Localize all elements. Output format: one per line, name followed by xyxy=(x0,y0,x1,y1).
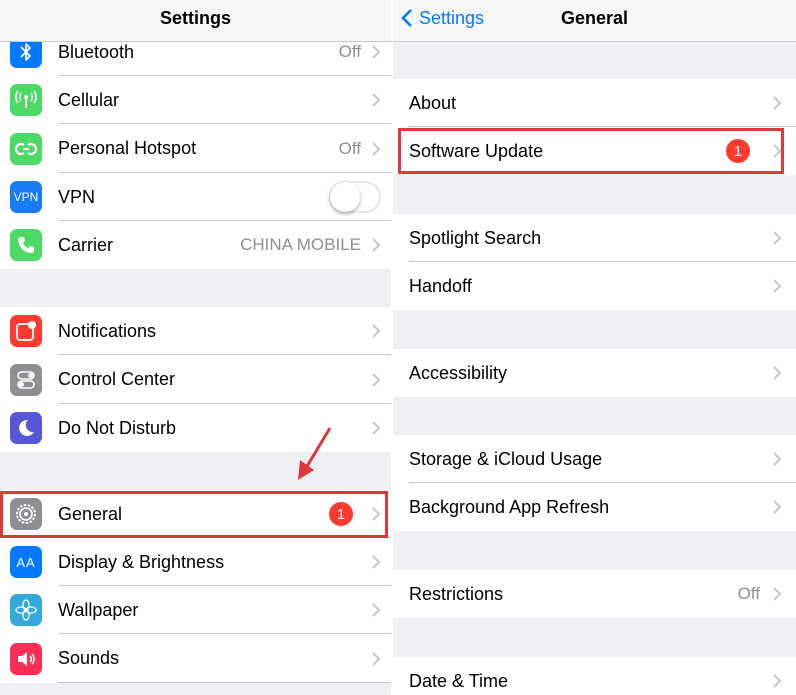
gear-icon xyxy=(10,498,42,530)
general-row-background-app-refresh[interactable]: Background App Refresh xyxy=(393,483,796,531)
chevron-right-icon xyxy=(773,96,782,110)
navigation-bar: Settings General xyxy=(393,0,796,42)
settings-row-carrier[interactable]: Carrier CHINA MOBILE xyxy=(0,221,391,269)
row-value: Off xyxy=(737,584,760,603)
row-label: Display & Brightness xyxy=(58,551,225,572)
control-center-icon xyxy=(10,363,42,396)
row-label: Notifications xyxy=(58,320,157,341)
row-label: Spotlight Search xyxy=(409,227,542,248)
row-label: Handoff xyxy=(409,275,472,296)
row-label: Sounds xyxy=(58,648,120,668)
chevron-right-icon xyxy=(372,238,381,252)
chevron-right-icon xyxy=(773,587,782,601)
cellular-icon xyxy=(10,84,42,116)
chevron-right-icon xyxy=(372,603,381,617)
display-icon: AA xyxy=(10,546,42,578)
general-row-handoff[interactable]: Handoff xyxy=(393,262,796,310)
settings-row-cellular[interactable]: Cellular xyxy=(0,76,391,124)
general-row-restrictions[interactable]: Restrictions Off xyxy=(393,570,796,618)
vpn-icon-text: VPN xyxy=(13,190,39,204)
chevron-right-icon xyxy=(773,231,782,245)
chevron-right-icon xyxy=(372,555,381,569)
chevron-right-icon xyxy=(372,93,381,107)
notification-badge: 1 xyxy=(329,502,353,526)
general-row-storage-icloud[interactable]: Storage & iCloud Usage xyxy=(393,435,796,483)
chevron-right-icon xyxy=(773,279,782,293)
settings-row-wallpaper[interactable]: Wallpaper xyxy=(0,586,391,634)
notifications-icon xyxy=(10,315,42,347)
general-row-software-update[interactable]: Software Update 1 xyxy=(393,127,796,175)
chevron-right-icon xyxy=(372,507,381,521)
settings-row-general[interactable]: General 1 xyxy=(0,490,391,538)
chevron-right-icon xyxy=(372,421,381,435)
page-title: General xyxy=(560,8,629,28)
hotspot-icon xyxy=(10,132,42,165)
annotation-arrow-icon xyxy=(298,427,332,480)
speaker-icon xyxy=(10,642,42,675)
notification-badge: 1 xyxy=(726,139,750,163)
settings-row-vpn: VPN VPN xyxy=(0,173,391,221)
general-row-accessibility[interactable]: Accessibility xyxy=(393,349,796,397)
vpn-toggle[interactable] xyxy=(329,181,381,213)
general-row-spotlight-search[interactable]: Spotlight Search xyxy=(393,214,796,262)
display-icon-text: AA xyxy=(16,554,36,570)
row-label: Carrier xyxy=(58,234,114,255)
settings-row-display-brightness[interactable]: AA Display & Brightness xyxy=(0,538,391,586)
chevron-right-icon xyxy=(773,500,782,514)
row-label: Control Center xyxy=(58,369,176,389)
page-title: Settings xyxy=(159,8,231,28)
chevron-right-icon xyxy=(773,452,782,466)
navigation-bar: Settings xyxy=(0,0,391,42)
row-value: CHINA MOBILE xyxy=(240,235,361,254)
settings-panel: Bluetooth Off Cellular Personal Hotspot … xyxy=(0,0,391,695)
settings-row-sounds[interactable]: Sounds xyxy=(0,634,391,683)
toggle-knob xyxy=(330,182,360,212)
row-label: Wallpaper xyxy=(58,599,139,620)
chevron-right-icon xyxy=(773,366,782,380)
moon-icon xyxy=(10,412,42,444)
chevron-right-icon xyxy=(773,674,782,688)
chevron-right-icon xyxy=(372,141,381,156)
row-label: Cellular xyxy=(58,89,120,110)
row-separator xyxy=(58,682,391,683)
chevron-right-icon xyxy=(372,372,381,387)
chevron-right-icon xyxy=(372,324,381,338)
settings-row-personal-hotspot[interactable]: Personal Hotspot Off xyxy=(0,124,391,173)
chevron-right-icon xyxy=(372,45,381,59)
row-label: Background App Refresh xyxy=(409,496,610,517)
row-label: Accessibility xyxy=(409,362,508,383)
row-label: Restrictions xyxy=(409,583,504,604)
general-panel: Settings General About Software Update 1… xyxy=(393,0,796,695)
vpn-icon: VPN xyxy=(10,181,42,213)
chevron-right-icon xyxy=(372,651,381,666)
phone-icon xyxy=(10,229,42,261)
settings-row-control-center[interactable]: Control Center xyxy=(0,355,391,404)
row-value: Off xyxy=(338,138,361,158)
row-label: Do Not Disturb xyxy=(58,417,177,438)
chevron-right-icon xyxy=(773,144,782,158)
row-label: Date & Time xyxy=(409,670,509,691)
row-label: General xyxy=(58,503,123,524)
row-label: About xyxy=(409,92,457,113)
general-row-about[interactable]: About xyxy=(393,79,796,127)
row-label: Personal Hotspot xyxy=(58,138,197,158)
row-label: VPN xyxy=(58,186,96,207)
row-label: Software Update xyxy=(409,140,544,161)
row-label: Storage & iCloud Usage xyxy=(409,448,603,469)
general-row-date-time[interactable]: Date & Time xyxy=(393,657,796,695)
wallpaper-icon xyxy=(10,594,42,626)
settings-row-notifications[interactable]: Notifications xyxy=(0,307,391,355)
